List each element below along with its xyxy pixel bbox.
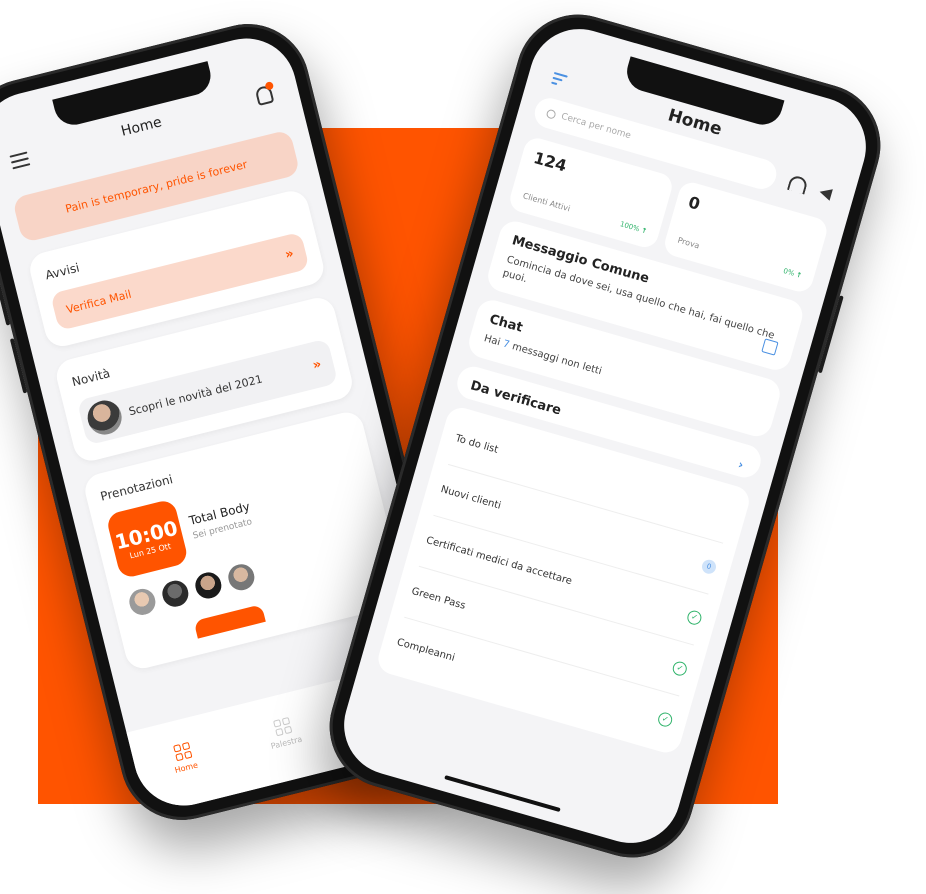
megaphone-icon[interactable] <box>818 183 840 203</box>
stat-value: 124 <box>531 148 569 176</box>
orange-action-button[interactable] <box>193 604 266 639</box>
double-chevron-right-icon: » <box>311 356 323 373</box>
participant-avatar <box>124 583 161 621</box>
stat-label: Prova <box>676 235 701 251</box>
check-circle-icon: ✓ <box>671 659 689 677</box>
volume-down-button <box>9 338 28 394</box>
tab-home-label: Home <box>173 759 199 775</box>
double-chevron-right-icon: » <box>283 245 296 263</box>
stat-value: 0 <box>686 192 703 214</box>
participant-avatar <box>157 575 194 612</box>
check-circle-icon: ✓ <box>656 710 674 728</box>
booking-time-box: 10:00 Lun 25 Ott <box>105 498 190 580</box>
volume-up-button <box>0 270 11 326</box>
verifica-mail-label: Verifica Mail <box>64 287 133 316</box>
gym-icon <box>272 716 293 736</box>
arrow-up-icon: ↑ <box>794 270 803 280</box>
class-info: Total Body Sei prenotato <box>188 499 255 541</box>
tab-palestra[interactable]: Palestra <box>265 715 304 751</box>
headset-icon[interactable] <box>786 174 809 195</box>
tab-palestra-label: Palestra <box>269 734 304 751</box>
unread-count: 7 <box>501 338 511 351</box>
home-indicator <box>444 775 561 813</box>
novita-label: Scopri le novità del 2021 <box>127 372 264 418</box>
novita-avatar <box>84 396 126 439</box>
search-icon <box>545 108 557 120</box>
arrow-up-icon: ↑ <box>640 226 649 236</box>
participant-avatar <box>190 567 227 604</box>
grid-icon <box>172 741 192 761</box>
stat-label: Clienti Attivi <box>521 191 572 214</box>
tab-home[interactable]: Home <box>169 741 199 775</box>
count-badge: 0 <box>700 557 718 575</box>
stat-trend: 0%↑ <box>782 266 803 280</box>
notification-bell-icon[interactable] <box>254 81 275 107</box>
participant-avatar <box>223 559 260 596</box>
check-circle-icon: ✓ <box>685 608 704 626</box>
stat-trend: 100%↑ <box>619 220 649 236</box>
